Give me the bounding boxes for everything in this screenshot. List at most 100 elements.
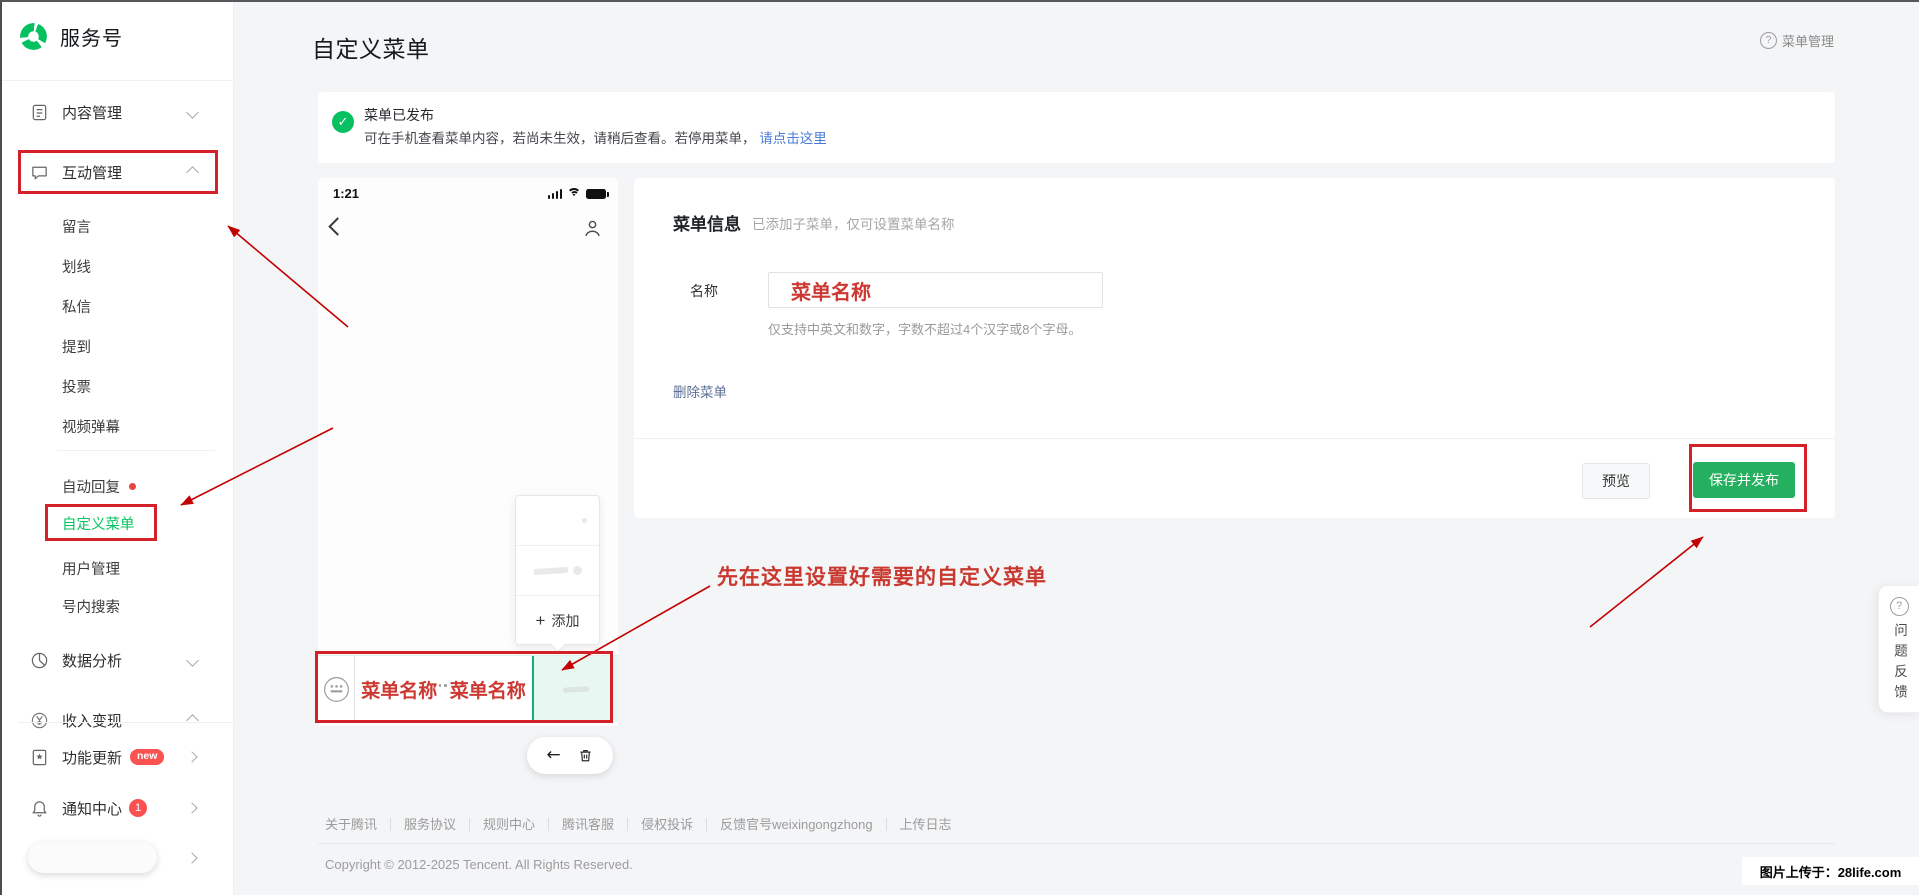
chevron-down-icon (186, 653, 199, 667)
book-star-icon (32, 749, 47, 765)
sidebar-item-label: 自定义菜单 (62, 516, 135, 533)
submenu-item-erased[interactable] (516, 496, 599, 546)
notification-count-badge: 1 (129, 799, 148, 817)
footer-link-rules[interactable]: 规则中心 (470, 818, 550, 831)
question-circle-icon: ? (1889, 597, 1909, 616)
chevron-right-icon (186, 852, 198, 864)
wifi-icon (567, 188, 581, 199)
keyboard-toggle-icon[interactable] (318, 656, 355, 722)
phone-preview: 1:21 + 添加 菜单名称 菜单名称 (318, 178, 618, 726)
footer-link-terms[interactable]: 服务协议 (391, 818, 471, 831)
window-left-edge (0, 0, 2, 895)
chevron-up-icon (186, 165, 199, 179)
brand: 服务号 (16, 19, 123, 54)
trash-button[interactable] (577, 747, 594, 764)
phone-menu-bar: 菜单名称 菜单名称 (318, 655, 618, 722)
chevron-up-icon (186, 713, 199, 727)
sidebar-item-interact-mgmt[interactable]: 互动管理 (0, 153, 233, 191)
submenu-item-erased[interactable] (516, 546, 599, 596)
question-circle-icon: ? (1760, 32, 1777, 49)
menu-slot-1[interactable]: 菜单名称 (355, 656, 447, 722)
sidebar-item-label: 用户管理 (62, 561, 120, 578)
footer-link-about[interactable]: 关于腾讯 (318, 818, 392, 831)
menu-slot-2[interactable]: 菜单名称 (444, 656, 533, 722)
profile-person-icon[interactable] (582, 218, 603, 239)
sidebar-item-notification-center[interactable]: 通知中心 1 (0, 789, 233, 827)
chat-bubble-icon (32, 166, 47, 179)
help-link-label: 菜单管理 (1782, 34, 1835, 49)
sidebar-item-mentions[interactable]: 提到 (0, 331, 233, 361)
submenu-popup: + 添加 (515, 495, 600, 653)
sidebar-item-private-msg[interactable]: 私信 (0, 291, 233, 321)
menu-name-input[interactable] (768, 272, 1103, 308)
name-field-label: 名称 (690, 283, 718, 299)
footer-link-infringement[interactable]: 侵权投诉 (628, 818, 708, 831)
page-title: 自定义菜单 (312, 36, 430, 62)
bell-icon (32, 800, 47, 817)
divider (57, 450, 215, 451)
chevron-right-icon (186, 751, 198, 763)
sidebar-item-label: 划线 (62, 259, 91, 276)
battery-icon (586, 189, 609, 199)
back-chevron-icon[interactable] (328, 217, 347, 236)
banner-title: 菜单已发布 (364, 107, 434, 123)
yuan-circle-icon (31, 712, 48, 728)
form-title: 菜单信息 (673, 215, 741, 234)
sidebar-item-label: 投票 (62, 379, 91, 396)
banner-text: 可在手机查看菜单内容，若尚未生效，请稍后查看。若停用菜单， (364, 131, 756, 146)
footer-link-support[interactable]: 腾讯客服 (549, 818, 629, 831)
sidebar-item-video-danmu[interactable]: 视频弹幕 (0, 411, 233, 441)
form-subtitle: 已添加子菜单，仅可设置菜单名称 (752, 217, 955, 232)
account-name-redacted[interactable] (28, 842, 157, 873)
footer-link-feedback-account[interactable]: 反馈官号weixingongzhong (707, 818, 887, 831)
menu-name-label: 菜单名称 (361, 680, 438, 702)
sidebar-item-label: 数据分析 (62, 652, 123, 670)
sidebar-item-label: 收入变现 (62, 712, 123, 730)
footer-links: 关于腾讯 服务协议 规则中心 腾讯客服 侵权投诉 反馈官号weixingongz… (318, 818, 1835, 831)
menu-slot-3-selected[interactable] (532, 656, 618, 722)
sidebar-item-label: 功能更新 (62, 749, 123, 767)
new-badge: new (130, 749, 165, 765)
sidebar-item-user-mgmt[interactable]: 用户管理 (0, 553, 233, 583)
delete-menu-link[interactable]: 删除菜单 (673, 381, 727, 401)
footer-link-upload-log[interactable]: 上传日志 (887, 818, 965, 831)
sidebar-item-label: 留言 (62, 219, 91, 236)
divider (634, 438, 1835, 439)
sidebar-item-auto-reply[interactable]: 自动回复 (0, 471, 233, 501)
sidebar-item-label: 内容管理 (62, 104, 123, 122)
sidebar-item-label: 私信 (62, 299, 91, 316)
preview-button[interactable]: 预览 (1582, 463, 1650, 499)
published-banner: ✓ 菜单已发布 可在手机查看菜单内容，若尚未生效，请稍后查看。若停用菜单， 请点… (318, 92, 1835, 163)
sidebar-item-account-search[interactable]: 号内搜索 (0, 591, 233, 621)
sidebar-item-comments[interactable]: 留言 (0, 211, 233, 241)
status-icons (547, 188, 609, 199)
divider (18, 722, 233, 723)
annotation-note: 先在这里设置好需要的自定义菜单 (717, 565, 1047, 589)
sidebar-item-underline[interactable]: 划线 (0, 251, 233, 281)
undo-back-button[interactable]: ← (546, 747, 560, 764)
arrow-to-save-button (1589, 536, 1704, 628)
success-check-icon: ✓ (332, 111, 354, 133)
document-icon (32, 104, 47, 120)
sidebar-item-feature-update[interactable]: 功能更新 new (0, 738, 233, 776)
sidebar-item-monetization[interactable]: 收入变现 (0, 701, 233, 739)
disable-menu-link[interactable]: 请点击这里 (759, 131, 827, 146)
sidebar-item-votes[interactable]: 投票 (0, 371, 233, 401)
menu-edit-controls: ← (527, 737, 613, 774)
sidebar-item-label: 互动管理 (62, 164, 123, 182)
plus-icon: + (535, 611, 546, 630)
feedback-widget[interactable]: ? 问题反馈 (1878, 585, 1919, 713)
sidebar-item-label: 视频弹幕 (62, 419, 120, 436)
chevron-down-icon (186, 105, 199, 119)
sidebar-item-content-mgmt[interactable]: 内容管理 (0, 93, 233, 131)
name-field-hint: 仅支持中英文和数字，字数不超过4个汉字或8个字母。 (768, 322, 1082, 337)
sidebar-item-custom-menu[interactable]: 自定义菜单 (0, 508, 233, 538)
divider (0, 80, 233, 81)
red-dot-badge (129, 482, 136, 490)
sidebar-item-data-analysis[interactable]: 数据分析 (0, 641, 233, 679)
brand-name: 服务号 (60, 28, 123, 50)
menu-management-help-link[interactable]: ? 菜单管理 (1760, 31, 1834, 50)
save-publish-button[interactable]: 保存并发布 (1693, 462, 1795, 498)
add-label: 添加 (551, 612, 580, 629)
app-root: 服务号 内容管理 互动管理 留言 划线 私信 提到 投票 视频弹幕 自动回复 自… (0, 0, 1919, 895)
